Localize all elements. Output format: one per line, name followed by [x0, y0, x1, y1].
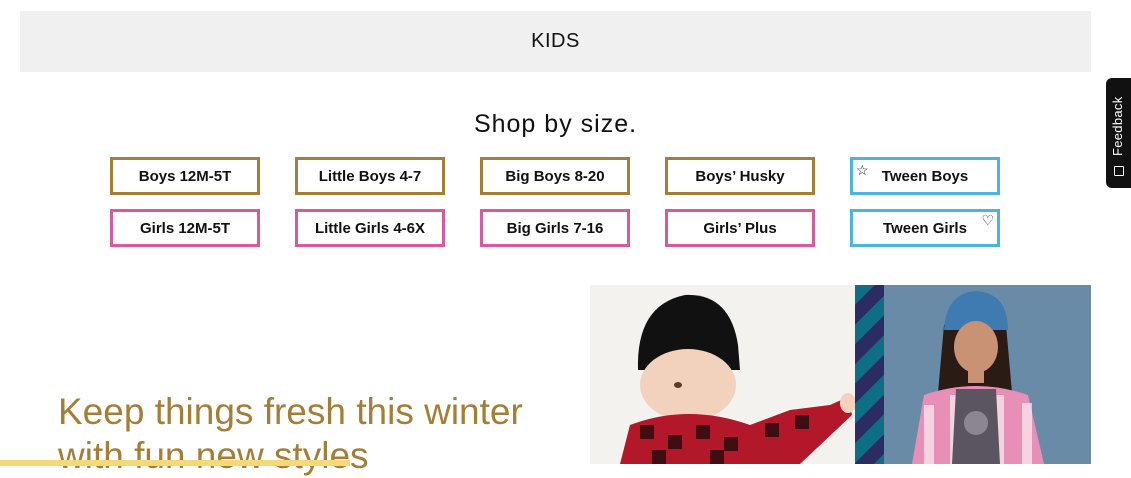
photo-stripe-divider — [855, 285, 884, 464]
size-button-label: Girls’ Plus — [703, 219, 777, 237]
feedback-label: Feedback — [1110, 96, 1125, 157]
star-doodle-icon: ☆ — [856, 162, 869, 178]
section-header: KIDS — [20, 11, 1091, 72]
size-button-label: Girls 12M-5T — [139, 219, 231, 237]
size-button-label: Big Boys 8-20 — [505, 167, 605, 185]
headline-accent-bar — [0, 460, 350, 466]
feedback-icon — [1114, 166, 1124, 176]
tween-girl-illustration — [912, 291, 1044, 464]
photo-left-panel — [590, 285, 856, 464]
size-button-label: Tween Girls — [883, 219, 967, 237]
size-button-label: Little Boys 4-7 — [318, 167, 422, 185]
section-title: KIDS — [531, 30, 580, 52]
shop-by-size-title: Shop by size. — [473, 110, 638, 138]
size-button-label: Big Girls 7-16 — [506, 219, 604, 237]
size-button-boys-husky[interactable]: Boys’ Husky — [665, 157, 815, 195]
size-button-girls-12m-5t[interactable]: Girls 12M-5T — [110, 209, 260, 247]
size-button-boys-12m-5t[interactable]: Boys 12M-5T — [110, 157, 260, 195]
photo-right-panel — [884, 285, 1091, 464]
size-button-little-boys[interactable]: Little Boys 4-7 — [295, 157, 445, 195]
heart-doodle-icon: ♡ — [981, 212, 994, 228]
size-button-label: Boys 12M-5T — [138, 167, 232, 185]
size-button-label: Boys’ Husky — [695, 167, 785, 185]
kids-promo-photo[interactable] — [590, 285, 1091, 464]
size-button-big-girls[interactable]: Big Girls 7-16 — [480, 209, 630, 247]
toddler-illustration — [620, 294, 856, 464]
size-button-label: Little Girls 4-6X — [314, 219, 426, 237]
size-button-girls-plus[interactable]: Girls’ Plus — [665, 209, 815, 247]
size-button-tween-boys[interactable]: ☆ Tween Boys — [850, 157, 1000, 195]
size-button-little-girls[interactable]: Little Girls 4-6X — [295, 209, 445, 247]
size-button-tween-girls[interactable]: Tween Girls ♡ — [850, 209, 1000, 247]
size-button-big-boys[interactable]: Big Boys 8-20 — [480, 157, 630, 195]
size-button-label: Tween Boys — [881, 167, 969, 185]
